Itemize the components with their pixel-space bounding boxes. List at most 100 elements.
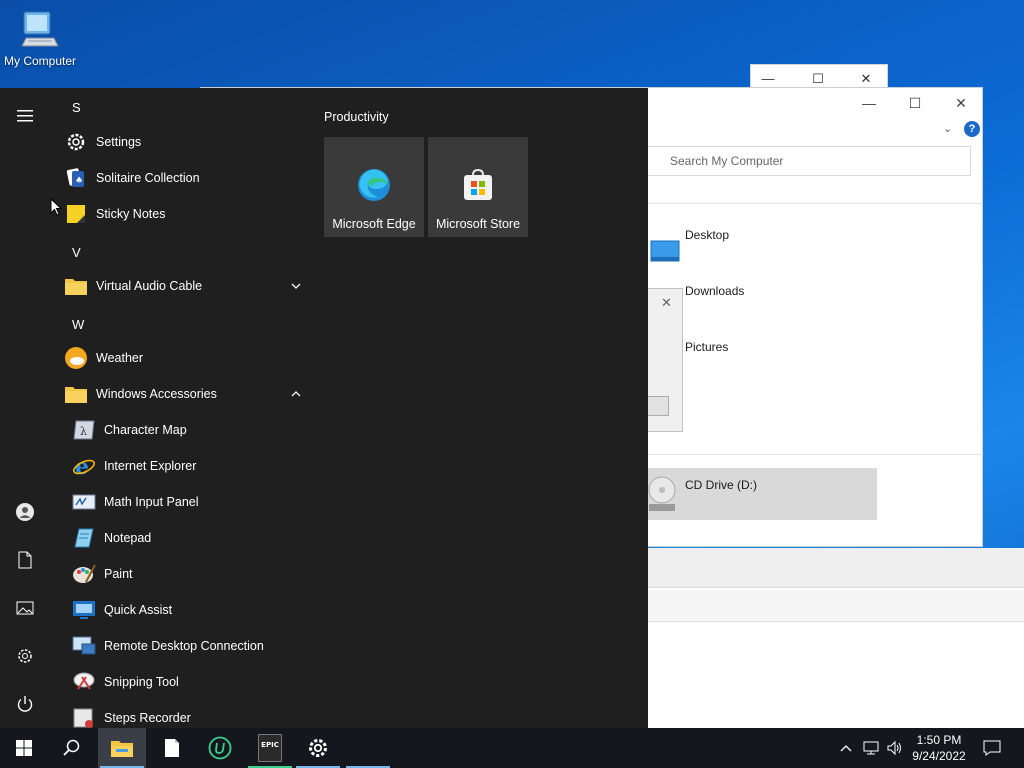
app-label: Solitaire Collection xyxy=(96,171,200,185)
tile-microsoft-edge[interactable]: Microsoft Edge xyxy=(324,137,424,237)
cards-icon: ♠ xyxy=(64,166,88,190)
math-input-icon xyxy=(72,490,96,514)
search-button[interactable] xyxy=(48,728,96,768)
character-map-icon: λ xyxy=(72,418,96,442)
close-icon[interactable]: ✕ xyxy=(857,70,875,88)
user-account-button[interactable] xyxy=(0,490,50,534)
quick-assist-icon xyxy=(72,598,96,622)
chevron-down-icon[interactable]: ⌄ xyxy=(943,122,952,135)
folder-icon xyxy=(64,382,88,406)
maximize-icon[interactable]: ☐ xyxy=(809,70,827,88)
app-label: Weather xyxy=(96,351,144,365)
app-math-input-panel[interactable]: Math Input Panel xyxy=(70,485,310,519)
desktop-icon-my-computer[interactable]: My Computer xyxy=(0,8,80,68)
computer-icon xyxy=(21,11,59,47)
svg-text:♠: ♠ xyxy=(75,176,83,186)
volume-button[interactable] xyxy=(884,728,906,768)
app-quick-assist[interactable]: Quick Assist xyxy=(70,593,310,627)
app-paint[interactable]: Paint xyxy=(70,557,310,591)
app-character-map[interactable]: λ Character Map xyxy=(70,413,310,447)
power-icon xyxy=(17,696,33,712)
search-icon xyxy=(63,739,80,756)
picture-icon xyxy=(16,601,34,615)
letter-header[interactable]: V xyxy=(72,245,81,260)
tile-microsoft-store[interactable]: Microsoft Store xyxy=(428,137,528,237)
clock-time: 1:50 PM xyxy=(916,733,962,747)
taskbar-app-button[interactable] xyxy=(344,728,392,768)
start-button[interactable] xyxy=(0,728,48,768)
network-button[interactable] xyxy=(860,728,882,768)
settings-taskbar-button[interactable] xyxy=(294,728,342,768)
app-label: Virtual Audio Cable xyxy=(96,279,203,293)
maximize-icon[interactable]: ☐ xyxy=(903,94,927,112)
document-icon xyxy=(18,551,32,569)
folder-pictures[interactable]: Pictures xyxy=(685,340,728,354)
pictures-button[interactable] xyxy=(0,586,50,630)
minimize-icon[interactable]: — xyxy=(857,94,881,112)
gear-icon xyxy=(18,649,32,663)
file-explorer-taskbar-button[interactable] xyxy=(98,728,146,768)
app-settings[interactable]: Settings xyxy=(62,125,306,159)
lower-window-toolbar xyxy=(648,548,1024,588)
internet-explorer-icon: e xyxy=(72,454,96,478)
divider xyxy=(641,203,983,204)
edge-icon xyxy=(358,169,390,201)
action-center-button[interactable] xyxy=(978,728,1006,768)
hamburger-icon xyxy=(17,110,33,122)
app-virtual-audio-cable[interactable]: Virtual Audio Cable xyxy=(62,269,306,303)
search-input[interactable]: Search My Computer xyxy=(641,146,971,176)
windows-logo-icon xyxy=(16,740,32,756)
mouse-cursor-icon xyxy=(50,198,63,216)
app-weather[interactable]: Weather xyxy=(62,341,306,375)
app-notepad[interactable]: Notepad xyxy=(70,521,310,555)
close-icon[interactable]: ✕ xyxy=(661,295,672,311)
app-sticky-notes[interactable]: Sticky Notes xyxy=(62,197,306,231)
app-label: Steps Recorder xyxy=(104,711,191,725)
settings-rail-button[interactable] xyxy=(0,634,50,678)
desktop-folder-icon xyxy=(650,240,680,262)
show-hidden-icons-button[interactable] xyxy=(836,728,856,768)
snipping-tool-icon xyxy=(72,670,96,694)
lower-window-addressbar xyxy=(648,590,1024,622)
app-solitaire-collection[interactable]: ♠ Solitaire Collection xyxy=(62,161,306,195)
chevron-down-icon xyxy=(291,283,301,289)
notification-icon xyxy=(983,740,1001,756)
hamburger-menu-button[interactable] xyxy=(0,94,50,138)
tile-label: Microsoft Edge xyxy=(332,217,416,231)
clock-date: 9/24/2022 xyxy=(912,749,966,763)
volume-icon xyxy=(887,740,901,756)
close-icon[interactable]: ✕ xyxy=(949,94,973,112)
steps-recorder-icon xyxy=(72,706,96,728)
help-icon[interactable]: ? xyxy=(964,121,980,137)
ultraviewer-taskbar-button[interactable] xyxy=(196,728,244,768)
drive-cd[interactable]: CD Drive (D:) xyxy=(641,468,877,520)
network-icon xyxy=(863,741,879,755)
documents-button[interactable] xyxy=(0,538,50,582)
user-icon xyxy=(16,503,34,521)
app-internet-explorer[interactable]: e Internet Explorer xyxy=(70,449,310,483)
app-label: Quick Assist xyxy=(104,603,173,617)
chevron-up-icon xyxy=(840,745,852,752)
gear-icon xyxy=(309,739,327,757)
power-button[interactable] xyxy=(0,682,50,726)
notepad-taskbar-button[interactable] xyxy=(148,728,196,768)
app-label: Math Input Panel xyxy=(104,495,199,509)
minimize-icon[interactable]: — xyxy=(759,70,777,88)
app-snipping-tool[interactable]: Snipping Tool xyxy=(70,665,310,699)
clock[interactable]: 1:50 PM 9/24/2022 xyxy=(908,732,970,764)
app-windows-accessories[interactable]: Windows Accessories xyxy=(62,377,306,411)
app-steps-recorder[interactable]: Steps Recorder xyxy=(70,701,310,728)
folder-downloads[interactable]: Downloads xyxy=(685,284,744,298)
app-list: S Settings ♠ Solitaire Collection Sticky… xyxy=(50,88,310,728)
folder-desktop[interactable]: Desktop xyxy=(685,228,729,242)
tiles-group-header[interactable]: Productivity xyxy=(324,110,389,124)
epic-games-taskbar-button[interactable]: EPIC xyxy=(246,728,294,768)
app-label: Paint xyxy=(104,567,133,581)
letter-header[interactable]: W xyxy=(72,317,84,332)
taskbar: EPIC 1:50 PM 9/24/2022 xyxy=(0,728,1024,768)
svg-text:λ: λ xyxy=(80,425,87,438)
app-remote-desktop-connection[interactable]: Remote Desktop Connection xyxy=(70,629,310,663)
epic-games-icon: EPIC xyxy=(258,734,282,762)
dialog-button[interactable] xyxy=(647,396,669,416)
letter-header[interactable]: S xyxy=(72,100,81,115)
